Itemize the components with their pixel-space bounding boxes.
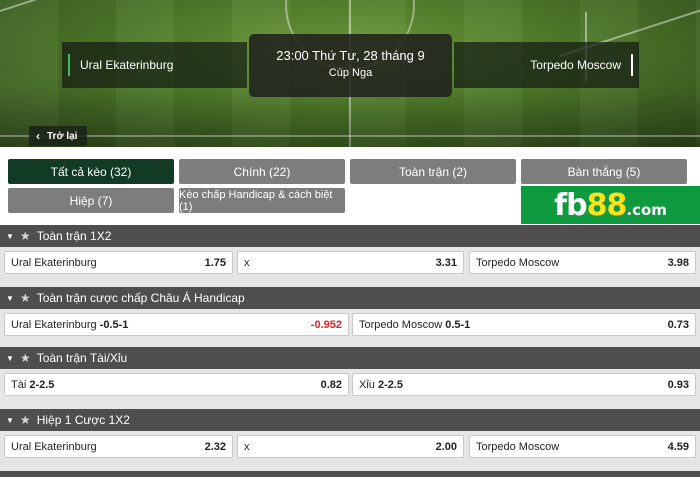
- odds-price: 0.82: [320, 378, 342, 391]
- match-info: 23:00 Thứ Tư, 28 tháng 9 Cúp Nga: [249, 34, 452, 97]
- star-icon[interactable]: ★: [20, 413, 31, 427]
- filter-handicap[interactable]: Kèo chấp Handicap & cách biệt (1): [179, 188, 345, 213]
- caret-down-icon: ▼: [6, 231, 14, 241]
- market-header[interactable]: ▼ ★ Toàn trận Tài/Xỉu: [0, 347, 700, 369]
- filter-half[interactable]: Hiệp (7): [8, 188, 174, 213]
- odds-selection: Torpedo Moscow: [476, 256, 560, 269]
- odds-price: 3.98: [667, 256, 689, 269]
- logo-number: 88: [586, 187, 628, 223]
- logo-domain: .com: [626, 201, 667, 219]
- odds-selection-name: Xỉu: [359, 378, 375, 391]
- odds-price: 1.75: [204, 256, 226, 269]
- odds-price: 0.93: [667, 378, 689, 391]
- market-title: Hiệp 1 Cược 1X2: [36, 413, 130, 427]
- match-header: Ural Ekaterinburg 23:00 Thứ Tư, 28 tháng…: [0, 0, 700, 147]
- odds-line: 0.5-1: [445, 318, 471, 331]
- odds-button[interactable]: Torpedo Moscow 0.5-1 0.73: [352, 313, 696, 336]
- odds-price: 4.59: [667, 440, 689, 453]
- odds-line: -0.5-1: [99, 318, 129, 331]
- odds-price: 2.00: [435, 440, 457, 453]
- odds-button[interactable]: Ural Ekaterinburg -0.5-1 -0.952: [4, 313, 349, 336]
- star-icon[interactable]: ★: [20, 351, 31, 365]
- odds-selection: Torpedo Moscow 0.5-1: [359, 319, 470, 331]
- filter-goals[interactable]: Bàn thắng (5): [521, 159, 687, 184]
- away-team-marker: [631, 54, 633, 76]
- home-team: Ural Ekaterinburg: [62, 42, 247, 88]
- market-title: Toàn trận cược chấp Châu Á Handicap: [36, 291, 245, 305]
- home-team-name: Ural Ekaterinburg: [80, 58, 174, 72]
- odds-selection-name: Torpedo Moscow: [359, 318, 443, 331]
- chevron-left-icon: ‹: [36, 129, 40, 143]
- odds-button[interactable]: x 2.00: [237, 435, 464, 458]
- caret-down-icon: ▼: [6, 415, 14, 425]
- back-button-label: Trở lại: [47, 130, 78, 142]
- odds-price: -0.952: [310, 318, 342, 331]
- market-header[interactable]: ▼ ★ Hiệp 1 Cược 1X2: [0, 409, 700, 431]
- away-team-name: Torpedo Moscow: [530, 58, 621, 72]
- star-icon[interactable]: ★: [20, 229, 31, 243]
- logo-text: fb: [554, 187, 588, 223]
- odds-button[interactable]: x 3.31: [237, 251, 464, 274]
- home-team-marker: [68, 54, 70, 76]
- pitch-line: [0, 0, 143, 12]
- odds-line: 2-2.5: [377, 378, 404, 391]
- filter-main[interactable]: Chính (22): [179, 159, 345, 184]
- filter-fulltime[interactable]: Toàn trận (2): [350, 159, 516, 184]
- star-icon[interactable]: ★: [20, 291, 31, 305]
- odds-line: 2-2.5: [29, 378, 55, 391]
- scoreboard: Ural Ekaterinburg 23:00 Thứ Tư, 28 tháng…: [62, 34, 639, 97]
- odds-button[interactable]: Torpedo Moscow 4.59: [469, 435, 696, 458]
- odds-selection: Ural Ekaterinburg: [11, 440, 97, 453]
- odds-button[interactable]: Torpedo Moscow 3.98: [469, 251, 696, 274]
- market-title: Toàn trận 1X2: [36, 229, 112, 243]
- caret-down-icon: ▼: [6, 293, 14, 303]
- odds-selection: x: [244, 256, 250, 269]
- odds-selection: Xỉu 2-2.5: [359, 379, 403, 391]
- back-button[interactable]: ‹ Trở lại: [29, 126, 87, 146]
- odds-selection-name: Ural Ekaterinburg: [11, 318, 97, 331]
- match-league: Cúp Nga: [328, 67, 373, 79]
- market-header[interactable]: ▼ ★ Toàn trận cược chấp Châu Á Handicap: [0, 287, 700, 309]
- odds-button[interactable]: Tài 2-2.5 0.82: [4, 373, 349, 396]
- odds-button[interactable]: Ural Ekaterinburg 1.75: [4, 251, 233, 274]
- odds-selection: Ural Ekaterinburg: [11, 256, 97, 269]
- odds-selection: Tài 2-2.5: [11, 379, 54, 391]
- market-title: Toàn trận Tài/Xỉu: [36, 351, 128, 365]
- fb88-logo: fb 88 .com: [521, 186, 700, 224]
- match-datetime: 23:00 Thứ Tư, 28 tháng 9: [276, 48, 425, 63]
- odds-price: 2.32: [204, 440, 226, 453]
- market-header[interactable]: ▼ ★ Toàn trận 1X2: [0, 225, 700, 247]
- odds-button[interactable]: Ural Ekaterinburg 2.32: [4, 435, 233, 458]
- caret-down-icon: ▼: [6, 353, 14, 363]
- odds-selection: x: [244, 440, 250, 453]
- odds-price: 3.31: [435, 256, 457, 269]
- market-header[interactable]: [0, 471, 700, 477]
- odds-selection: Torpedo Moscow: [476, 440, 560, 453]
- away-team: Torpedo Moscow: [454, 42, 639, 88]
- filter-all[interactable]: Tất cả kèo (32): [8, 159, 174, 184]
- odds-price: 0.73: [667, 318, 689, 331]
- odds-button[interactable]: Xỉu 2-2.5 0.93: [352, 373, 696, 396]
- odds-selection-name: Tài: [11, 378, 27, 391]
- odds-selection: Ural Ekaterinburg -0.5-1: [11, 319, 128, 331]
